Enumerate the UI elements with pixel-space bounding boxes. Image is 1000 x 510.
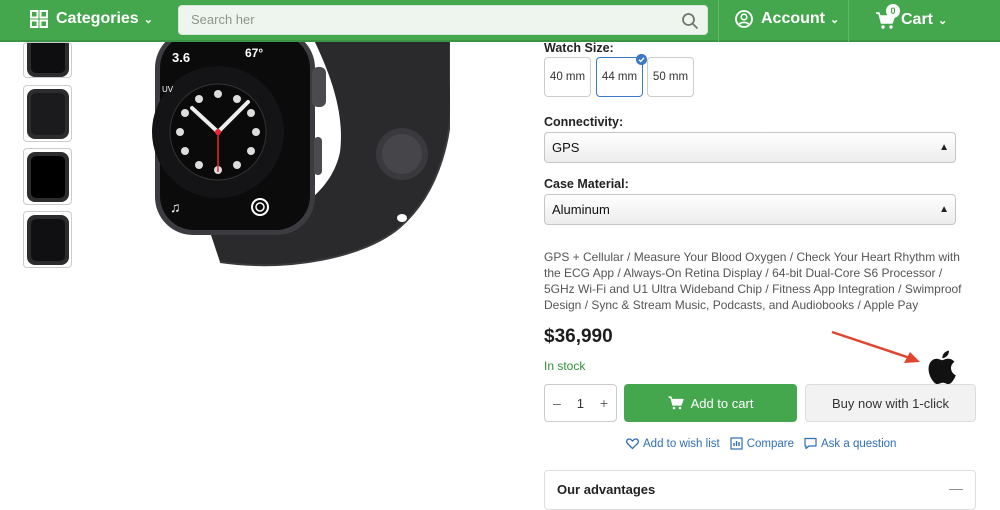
compare-label: Compare — [746, 437, 795, 450]
apple-logo-icon — [928, 350, 956, 385]
compare-link[interactable]: Compare — [730, 437, 794, 450]
add-to-wishlist-link[interactable]: Add to wish list — [626, 437, 720, 450]
account-menu[interactable]: Account ⌄ — [735, 10, 839, 28]
connectivity-label: Connectivity: — [544, 115, 624, 129]
thumbnail[interactable] — [23, 211, 72, 268]
search-icon[interactable] — [681, 12, 699, 30]
ask-question-link[interactable]: Ask a question — [804, 437, 896, 450]
watch-face-text: UV — [162, 85, 174, 94]
cart-icon: 0 — [875, 4, 900, 30]
quantity-stepper[interactable]: – 1 + — [544, 384, 617, 422]
add-to-cart-label: Add to cart — [690, 395, 754, 411]
svg-text:♫: ♫ — [170, 199, 181, 215]
case-material-label: Case Material: — [544, 177, 629, 191]
watch-face-text: 67° — [245, 46, 263, 60]
checkmark-icon — [636, 54, 647, 65]
product-actions: Add to wish list Compare Ask a question — [626, 437, 906, 450]
size-option-50mm[interactable]: 50 mm — [647, 57, 694, 97]
quantity-value[interactable]: 1 — [577, 396, 584, 411]
chevron-down-icon: ⌄ — [938, 14, 948, 27]
search-input[interactable] — [191, 12, 661, 27]
chevron-down-icon: ⌄ — [830, 13, 840, 26]
advantages-title: Our advantages — [557, 482, 656, 497]
case-material-select[interactable]: Aluminum ▲ — [544, 194, 956, 225]
decrease-quantity-button[interactable]: – — [553, 395, 561, 411]
thumbnail[interactable] — [23, 42, 72, 78]
cart-icon — [668, 396, 684, 410]
account-label: Account — [761, 10, 825, 27]
wishlist-label: Add to wish list — [643, 437, 720, 450]
product-image: 3.6 67° UV ♫ — [152, 42, 450, 267]
cart-label: Cart — [901, 11, 934, 28]
thumbnail[interactable] — [23, 85, 72, 142]
size-option-40mm[interactable]: 40 mm — [544, 57, 591, 97]
cart-menu[interactable]: 0 Cart ⌄ — [875, 4, 948, 30]
categories-label: Categories — [56, 10, 139, 27]
collapse-icon[interactable]: — — [949, 480, 963, 496]
categories-menu[interactable]: Categories ⌄ — [30, 10, 153, 28]
advantages-accordion[interactable]: Our advantages — — [544, 470, 976, 510]
select-arrows-icon: ▲ — [939, 204, 949, 215]
buy-now-button[interactable]: Buy now with 1-click — [805, 384, 976, 422]
grid-icon — [30, 10, 48, 28]
heart-icon — [626, 438, 639, 450]
ask-question-label: Ask a question — [821, 437, 897, 450]
product-price: $36,990 — [544, 326, 613, 347]
watch-face-text: 3.6 — [172, 50, 190, 65]
speech-bubble-icon — [804, 437, 817, 450]
thumbnail[interactable] — [23, 148, 72, 205]
case-material-value: Aluminum — [552, 202, 610, 217]
compare-icon — [730, 437, 743, 450]
size-option-44mm[interactable]: 44 mm — [596, 57, 643, 97]
annotation-arrow — [831, 330, 920, 363]
connectivity-value: GPS — [552, 140, 580, 155]
thumbnail-gallery — [23, 42, 72, 274]
select-arrows-icon: ▲ — [939, 142, 949, 153]
cart-count-badge: 0 — [886, 4, 900, 18]
product-description: GPS + Cellular / Measure Your Blood Oxyg… — [544, 250, 962, 312]
add-to-cart-button[interactable]: Add to cart — [624, 384, 797, 422]
connectivity-select[interactable]: GPS ▲ — [544, 132, 956, 163]
chevron-down-icon: ⌄ — [143, 13, 153, 26]
top-navigation-bar: Categories ⌄ Account ⌄ 0 Cart ⌄ — [0, 0, 1000, 42]
search-box — [178, 5, 708, 35]
divider — [718, 0, 719, 42]
stock-status: In stock — [544, 359, 586, 373]
increase-quantity-button[interactable]: + — [600, 395, 608, 411]
watch-size-label: Watch Size: — [544, 41, 614, 55]
account-icon — [735, 10, 753, 28]
divider — [848, 0, 849, 42]
